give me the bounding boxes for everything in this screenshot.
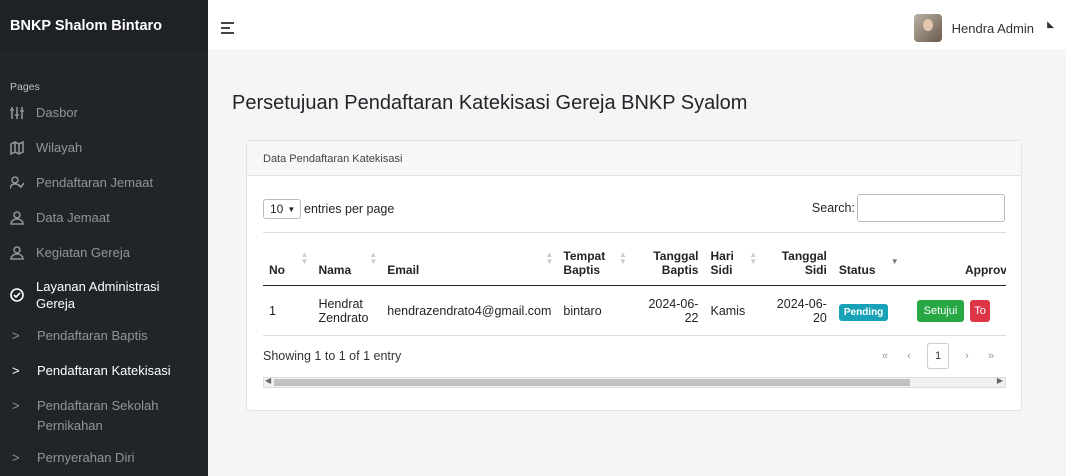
sidebar: BNKP Shalom Bintaro Pages Dasbor Wilayah… xyxy=(0,0,208,476)
sort-icon: ▲ ▼ xyxy=(749,250,758,266)
map-icon xyxy=(10,140,24,155)
entries-select[interactable]: 10 ▼ xyxy=(263,199,301,219)
scroll-left-icon[interactable]: ◀ xyxy=(265,376,271,385)
user-name: Hendra Admin xyxy=(951,20,1034,36)
entries-label: entries per page xyxy=(304,202,395,216)
first-page-button[interactable]: « xyxy=(873,350,897,362)
cell-nama: Hendrat Zendrato xyxy=(312,285,382,336)
search-input[interactable] xyxy=(857,194,1005,222)
cell-tempat-baptis: bintaro xyxy=(557,285,631,336)
reject-button[interactable]: To xyxy=(970,299,990,322)
cell-tanggal-sidi: 2024-06- 20 xyxy=(761,285,833,336)
scroll-right-icon[interactable]: ▶ xyxy=(997,376,1003,385)
search: Search: xyxy=(812,194,1005,222)
chevron-right-icon: > xyxy=(12,328,20,343)
col-hari-sidi[interactable]: Hari Sidi ▲ ▼ xyxy=(704,232,762,286)
col-no[interactable]: No ▲ ▼ xyxy=(263,232,313,286)
sort-icon: ▲ ▼ xyxy=(545,250,554,266)
page-1-button[interactable]: 1 xyxy=(927,343,949,369)
sort-icon: ▲ ▼ xyxy=(369,250,378,266)
col-email[interactable]: Email ▲ ▼ xyxy=(381,232,558,286)
status-badge: Pending xyxy=(838,303,889,321)
col-tanggal-baptis[interactable]: Tanggal Baptis xyxy=(630,232,705,286)
table-info: Showing 1 to 1 of 1 entry xyxy=(263,349,402,363)
cell-email: hendrazendrato4@gmail.com xyxy=(381,285,558,336)
sidebar-item-label: Pendaftaran Jemaat xyxy=(36,175,154,190)
col-tanggal-sidi[interactable]: Tanggal Sidi xyxy=(761,232,833,286)
chevron-right-icon: > xyxy=(12,450,20,465)
sidebar-subitem-pendaftaran-baptis[interactable]: > Pendaftaran Baptis xyxy=(0,318,208,353)
registration-card: Data Pendaftaran Katekisasi 10 ▼ entries… xyxy=(246,140,1022,411)
nav-heading: Pages xyxy=(10,81,40,93)
main-content: Persetujuan Pendaftaran Katekisasi Gerej… xyxy=(208,51,1066,476)
cell-approval: Setujui To xyxy=(902,285,1006,336)
col-approval[interactable]: Approval xyxy=(902,232,1006,286)
user-menu[interactable]: Hendra Admin ◣ xyxy=(913,14,1054,42)
sidebar-item-label: Pendaftaran Katekisasi xyxy=(37,363,171,378)
sidebar-item-label: Data Jemaat xyxy=(36,210,110,225)
sort-icon: ▲ ▼ xyxy=(300,250,309,266)
sidebar-item-label: Kegiatan Gereja xyxy=(36,245,130,260)
sliders-icon xyxy=(10,106,24,120)
sidebar-item-kegiatan-gereja[interactable]: Kegiatan Gereja xyxy=(0,235,208,270)
sidebar-item-layanan-administrasi[interactable]: Layanan Administrasi Gereja xyxy=(0,272,208,318)
caret-down-icon: ◣ xyxy=(1047,19,1054,29)
sidebar-subitem-pendaftaran-sekolah-pernikahan[interactable]: > Pendaftaran Sekolah Pernikahan xyxy=(0,388,208,440)
sidebar-item-pendaftaran-jemaat[interactable]: Pendaftaran Jemaat xyxy=(0,165,208,200)
sidebar-item-label: Dasbor xyxy=(36,105,78,120)
sidebar-item-data-jemaat[interactable]: Data Jemaat xyxy=(0,200,208,235)
sidebar-item-label: Layanan Administrasi Gereja xyxy=(36,279,160,311)
page-title: Persetujuan Pendaftaran Katekisasi Gerej… xyxy=(232,92,748,114)
table-scroll-area: No ▲ ▼ Nama ▲ ▼ Email ▲ ▼ Tempat Baptis ▲ ▼ Tangg… xyxy=(263,232,1006,340)
sidebar-item-wilayah[interactable]: Wilayah xyxy=(0,130,208,165)
entries-per-page: 10 ▼ entries per page xyxy=(263,199,394,219)
sort-icon: ▼ xyxy=(890,257,899,266)
sidebar-subitem-pendaftaran-katekisasi[interactable]: > Pendaftaran Katekisasi xyxy=(0,353,208,388)
cell-status: Pending xyxy=(832,285,903,336)
table-row: 1 Hendrat Zendrato hendrazendrato4@gmail.… xyxy=(263,285,1006,336)
card-header: Data Pendaftaran Katekisasi xyxy=(247,141,1021,176)
brand[interactable]: BNKP Shalom Bintaro xyxy=(0,0,208,51)
last-page-button[interactable]: » xyxy=(979,350,1003,362)
topbar: Hendra Admin ◣ xyxy=(208,0,1066,51)
menu-toggle-icon[interactable] xyxy=(221,22,234,34)
cell-hari-sidi: Kamis xyxy=(704,285,762,336)
user-icon xyxy=(10,245,24,260)
sidebar-item-label: Pendaftaran Baptis xyxy=(37,328,148,343)
chevron-down-icon: ▼ xyxy=(287,204,296,214)
cell-no: 1 xyxy=(263,285,313,336)
user-icon xyxy=(10,210,24,225)
sidebar-subitem-penyerahan-diri[interactable]: > Pernyerahan Diri xyxy=(0,440,208,475)
pagination: « ‹ 1 › » xyxy=(873,343,1003,369)
sidebar-item-label: Pernyerahan Diri xyxy=(37,450,135,465)
user-check-icon xyxy=(10,175,24,190)
col-nama[interactable]: Nama ▲ ▼ xyxy=(312,232,382,286)
col-status[interactable]: Status ▼ xyxy=(832,232,903,286)
sort-icon: ▲ ▼ xyxy=(618,250,627,266)
col-tempat-baptis[interactable]: Tempat Baptis ▲ ▼ xyxy=(557,232,631,286)
sidebar-item-dasbor[interactable]: Dasbor xyxy=(0,95,208,130)
table-controls: 10 ▼ entries per page Search: xyxy=(263,194,1005,222)
sidebar-item-label: Pendaftaran Sekolah Pernikahan xyxy=(37,398,159,433)
data-table: No ▲ ▼ Nama ▲ ▼ Email ▲ ▼ Tempat Baptis ▲ ▼ Tangg… xyxy=(263,232,1006,336)
avatar xyxy=(913,14,942,42)
horizontal-scrollbar[interactable]: ◀ ▶ xyxy=(263,376,1006,388)
scrollbar-thumb[interactable] xyxy=(274,379,910,386)
chevron-right-icon: > xyxy=(12,398,20,413)
search-label: Search: xyxy=(811,201,855,215)
check-circle-icon xyxy=(10,288,24,302)
prev-page-button[interactable]: ‹ xyxy=(897,350,921,362)
chevron-right-icon: > xyxy=(12,363,20,378)
sidebar-item-label: Wilayah xyxy=(36,140,83,155)
next-page-button[interactable]: › xyxy=(955,350,979,362)
approve-button[interactable]: Setujui xyxy=(916,299,965,322)
cell-tanggal-baptis: 2024-06- 22 xyxy=(630,285,705,336)
